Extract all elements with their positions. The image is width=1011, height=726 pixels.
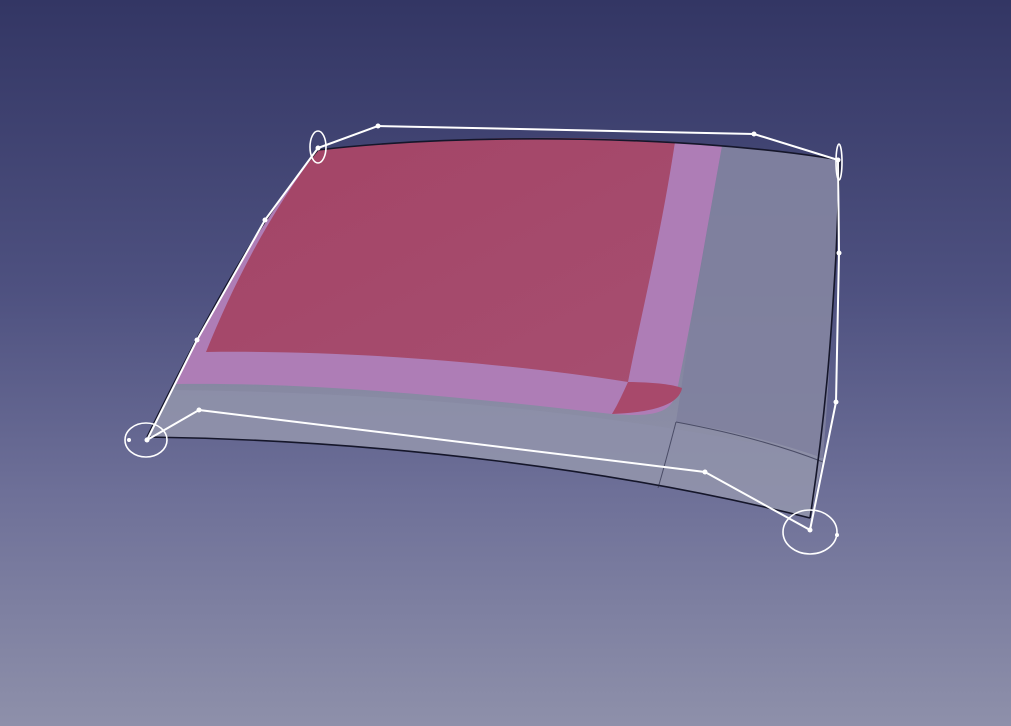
trimmed-face[interactable] [206,137,675,382]
control-point[interactable] [702,469,708,475]
control-point[interactable] [751,131,757,137]
control-point[interactable] [194,337,200,343]
corner-control-point[interactable] [835,157,841,163]
corner-control-point[interactable] [144,437,150,443]
3d-viewport[interactable] [0,0,1011,726]
control-point[interactable] [262,217,268,223]
control-point[interactable] [836,250,842,256]
corner-control-point[interactable] [807,527,813,533]
surface-scene[interactable] [0,0,1011,726]
control-point[interactable] [833,399,839,405]
corner-control-point[interactable] [315,145,321,151]
control-point[interactable] [196,407,202,413]
control-point[interactable] [127,438,131,442]
control-point[interactable] [375,123,381,129]
